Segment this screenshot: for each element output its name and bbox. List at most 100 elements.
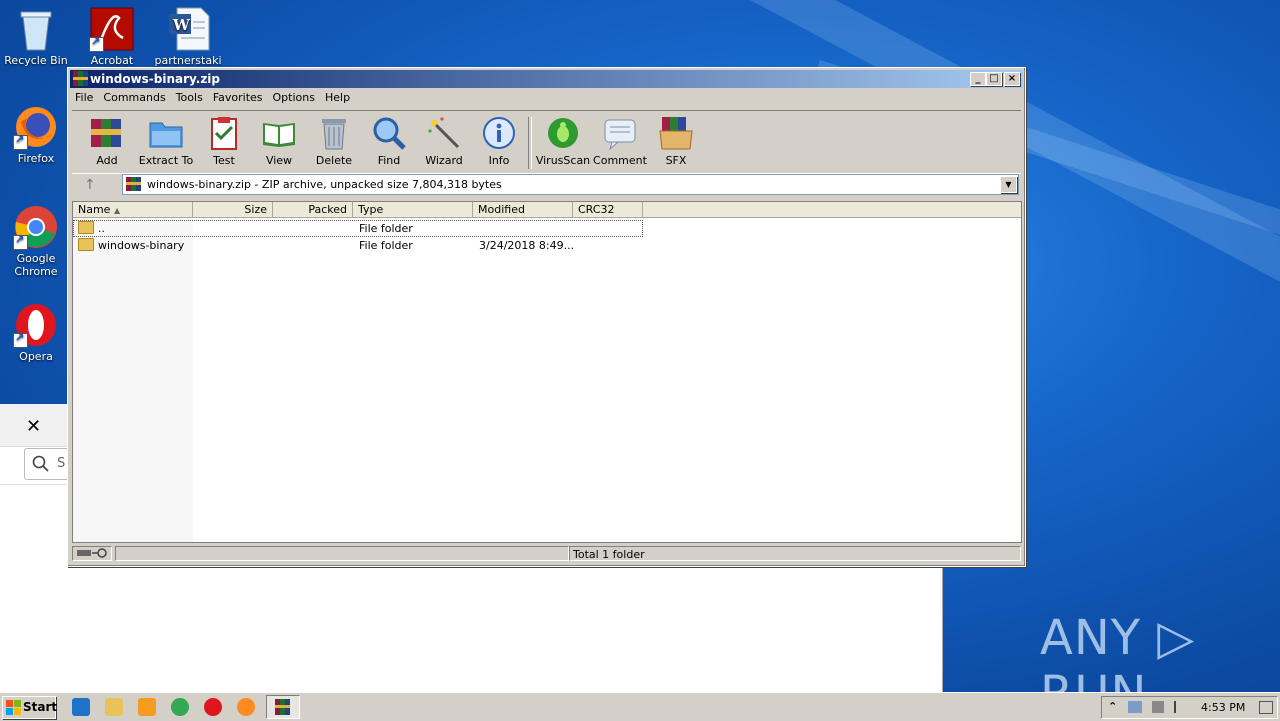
view-button[interactable]: View [251,115,307,167]
tool-label: SFX [665,154,687,167]
column-header-filler [643,202,1021,218]
opera-taskbar-icon[interactable] [204,698,222,716]
add-button[interactable]: Add [79,115,135,167]
virusscan-button[interactable]: VirusScan [535,115,591,167]
find-button[interactable]: Find [361,115,417,167]
row-name-cell: .. [78,220,105,237]
column-label: Name [78,203,111,216]
close-icon[interactable]: ✕ [26,416,41,437]
sfx-button[interactable]: SFX [648,115,704,167]
column-header-name[interactable]: Name ▲ [73,202,193,218]
menu-file[interactable]: File [70,89,98,104]
system-tray: ⌃ 4:53 PM [1101,696,1278,719]
bug-icon [545,115,581,151]
status-drive-box[interactable] [72,546,112,561]
sfx-box-icon [658,115,694,151]
tool-label: Extract To [138,154,194,167]
info-button[interactable]: Info [471,115,527,167]
desktop-icon-label: partnerstaki [154,54,222,67]
recycle-bin-icon [13,6,59,52]
tool-label: Info [488,154,510,167]
test-button[interactable]: Test [196,115,252,167]
tool-label: Add [96,154,118,167]
desktop-icon-opera[interactable]: Opera [0,302,72,363]
column-header-type[interactable]: Type [353,202,473,218]
desktop-icon-chrome[interactable]: Google Chrome [0,204,72,278]
menu-options[interactable]: Options [268,89,320,104]
magic-wand-icon [426,115,462,151]
file-list: Name ▲ Size Packed Type Modified CRC32 .… [72,201,1022,543]
firefox-icon [13,104,59,150]
anyrun-watermark: ANY ▷ RUN [1040,610,1196,692]
close-button[interactable]: × [1004,72,1020,86]
menu-commands[interactable]: Commands [98,89,170,104]
svg-text:W: W [172,16,191,34]
delete-button[interactable]: Delete [306,115,362,167]
search-icon [32,455,49,472]
media-player-taskbar-icon[interactable] [138,698,156,716]
row-name-cell: windows-binary [78,237,184,254]
search-placeholder: S [57,456,66,471]
sort-arrow-icon: ▲ [113,206,121,215]
firefox-taskbar-icon[interactable] [237,698,255,716]
tray-expand-icon[interactable]: ⌃ [1108,700,1117,713]
dropdown-arrow-icon[interactable]: ▼ [1000,176,1017,193]
column-header-crc32[interactable]: CRC32 [573,202,643,218]
winrar-app-icon [275,699,290,715]
title-bar[interactable]: windows-binary.zip _ □ × [70,70,1023,88]
menu-help[interactable]: Help [320,89,355,104]
column-header-size[interactable]: Size [193,202,273,218]
clock[interactable]: 4:53 PM [1201,701,1245,714]
comment-icon [602,115,638,151]
shortcut-arrow-icon [13,233,28,250]
column-header-packed[interactable]: Packed [273,202,353,218]
tool-label: VirusScan [535,154,591,167]
table-row[interactable]: .. File folder [73,220,643,237]
row-type: File folder [359,239,413,252]
minimize-button[interactable]: _ [970,72,986,86]
desktop-icon-recycle-bin[interactable]: Recycle Bin [0,6,72,67]
chrome-taskbar-icon[interactable] [171,698,189,716]
ie-taskbar-icon[interactable] [72,698,90,716]
action-center-flag-icon[interactable] [1174,701,1188,713]
maximize-button[interactable]: □ [986,72,1002,86]
window-title: windows-binary.zip [90,72,221,86]
show-desktop-icon[interactable] [1259,701,1273,714]
desktop-icon-firefox[interactable]: Firefox [0,104,72,165]
tool-label: Wizard [425,154,463,167]
shortcut-arrow-icon [13,331,28,348]
tool-label: Find [377,154,401,167]
address-field[interactable]: windows-binary.zip - ZIP archive, unpack… [122,174,1019,195]
menu-favorites[interactable]: Favorites [208,89,268,104]
volume-icon[interactable] [1152,701,1164,713]
explorer-taskbar-icon[interactable] [105,698,123,716]
desktop-icon-label: Opera [19,350,53,363]
menu-tools[interactable]: Tools [171,89,208,104]
up-arrow-icon[interactable]: ↑ [84,177,96,193]
desktop-icon-label: Google Chrome [14,252,58,278]
start-button[interactable]: Start [2,696,57,719]
status-bar: Total 1 folder [72,546,1022,563]
extract-to-button[interactable]: Extract To [138,115,194,167]
comment-button[interactable]: Comment [592,115,648,167]
desktop-icon-label: Firefox [17,152,55,165]
info-icon [481,115,517,151]
clipboard-check-icon [206,115,242,151]
address-text: windows-binary.zip - ZIP archive, unpack… [147,178,502,191]
shortcut-arrow-icon [13,133,28,150]
windows-logo-icon [6,700,21,715]
desktop-icon-acrobat[interactable]: Acrobat [76,6,148,67]
status-selection-box [115,546,569,561]
tool-label: Delete [315,154,353,167]
desktop-icon-partnerstaki[interactable]: W partnerstaki [152,6,224,67]
column-header-modified[interactable]: Modified [473,202,573,218]
wizard-button[interactable]: Wizard [416,115,472,167]
chrome-icon [13,204,59,250]
desktop-icon-label: Recycle Bin [4,54,68,67]
table-row[interactable]: windows-binary File folder 3/24/2018 8:4… [73,237,643,254]
taskbar: Start ⌃ 4:53 PM [0,692,1280,721]
winrar-taskbar-button[interactable] [266,695,300,719]
row-name: windows-binary [98,239,185,252]
address-bar: ↑ windows-binary.zip - ZIP archive, unpa… [72,174,1021,196]
network-icon[interactable] [1128,701,1142,713]
